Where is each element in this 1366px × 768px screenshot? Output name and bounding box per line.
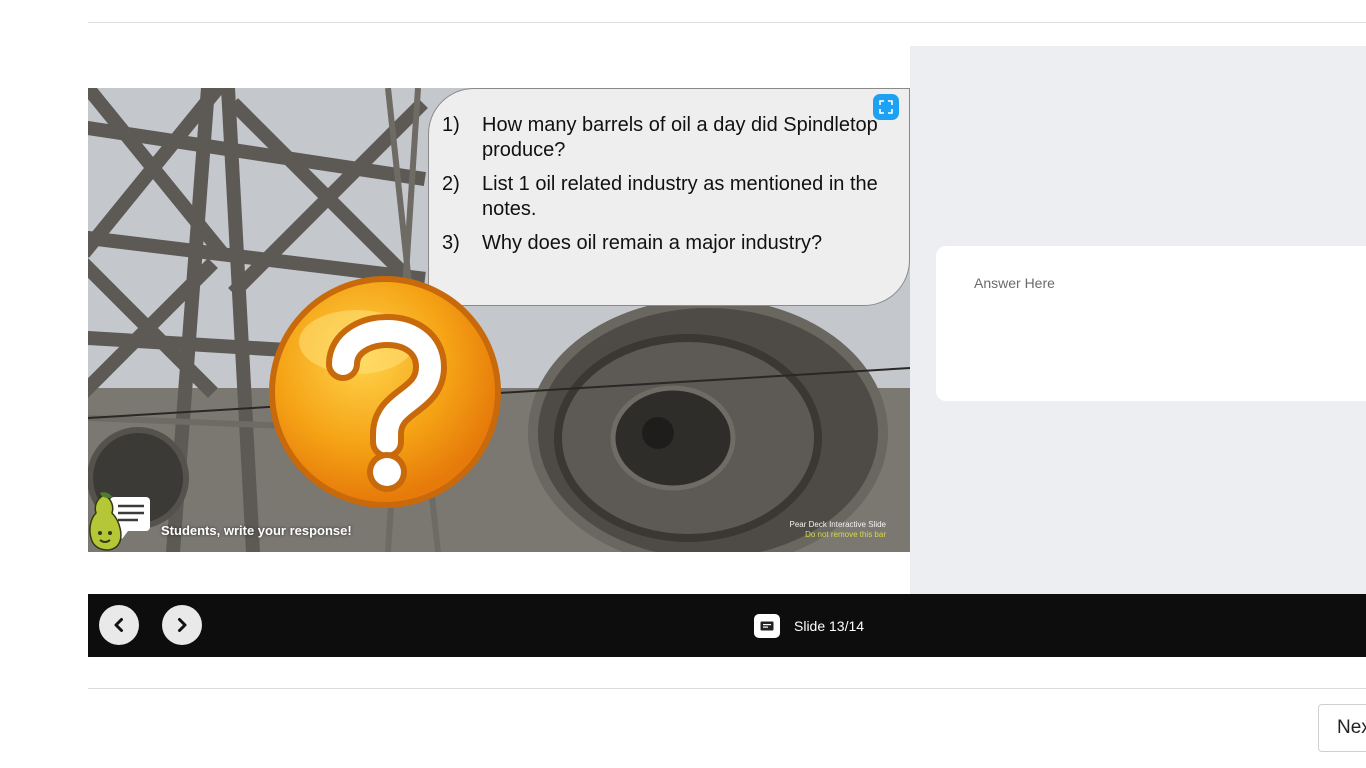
question-mark-icon [269,276,501,508]
question-text: Why does oil remain a major industry? [482,232,823,254]
question-text: How many barrels of oil a day did Spindl… [482,114,878,161]
fullscreen-button[interactable] [873,94,899,120]
question-item: 3) Why does oil remain a major industry? [442,231,899,256]
top-divider [88,22,1366,23]
question-number: 2) [442,173,460,195]
bottom-divider [88,688,1366,689]
slide-icon [754,614,780,638]
pear-deck-note-line2: Do not remove this bar [805,530,886,539]
chevron-right-icon [178,618,187,632]
slide-navbar: Slide 13/14 [88,594,1366,657]
question-number: 3) [442,232,460,254]
slide-canvas: 1) How many barrels of oil a day did Spi… [88,88,910,552]
pear-deck-note-line1: Pear Deck Interactive Slide [789,520,887,529]
slide-counter-label: Slide 13/14 [794,618,865,634]
chevron-left-icon [114,618,123,632]
answer-card [936,246,1366,401]
question-text: List 1 oil related industry as mentioned… [482,173,878,220]
next-slide-button[interactable] [162,605,202,645]
pear-deck-logo [89,492,150,551]
pear-deck-note: Pear Deck Interactive Slide Do not remov… [790,520,887,540]
slide-counter: Slide 13/14 [754,614,864,638]
answer-input[interactable] [972,274,1356,292]
previous-slide-button[interactable] [99,605,139,645]
question-item: 2) List 1 oil related industry as mentio… [442,172,899,222]
question-number: 1) [442,114,460,136]
response-panel [910,46,1366,594]
response-prompt: Students, write your response! [161,523,352,538]
question-item: 1) How many barrels of oil a day did Spi… [442,113,899,163]
question-list: 1) How many barrels of oil a day did Spi… [429,89,909,256]
fullscreen-icon [879,100,893,114]
next-button[interactable]: Next [1318,704,1366,752]
